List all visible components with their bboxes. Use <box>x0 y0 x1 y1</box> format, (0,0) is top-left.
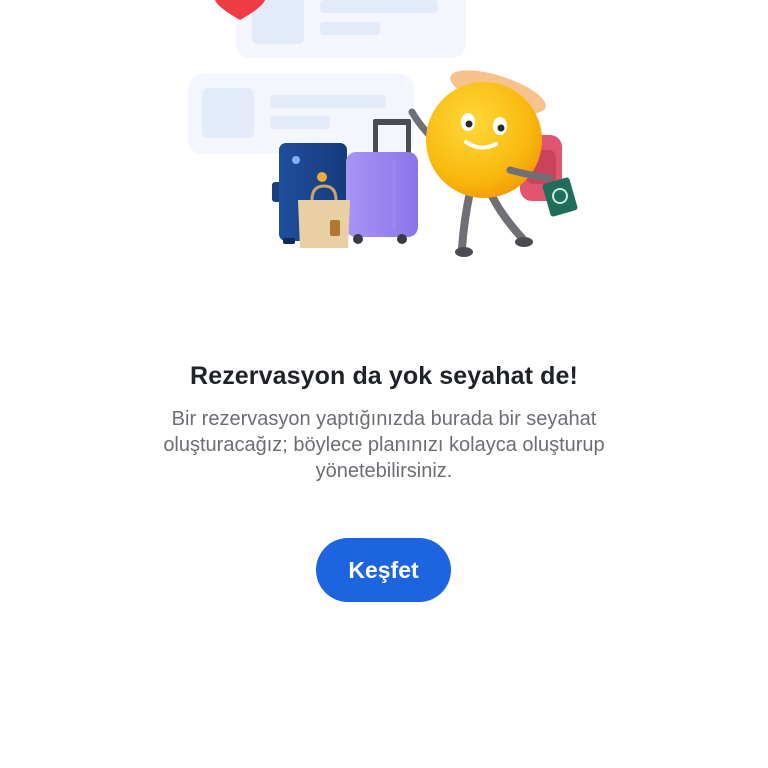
smiling-face-character <box>426 82 542 198</box>
explore-button[interactable]: Keşfet <box>316 538 451 602</box>
travel-illustration <box>188 0 578 257</box>
trips-empty-screen: Rezervasyon da yok seyahat de! Bir rezer… <box>0 0 768 768</box>
character-legs <box>455 188 533 257</box>
empty-state-title: Rezervasyon da yok seyahat de! <box>190 362 578 390</box>
empty-state-description: Bir rezervasyon yaptığınızda burada bir … <box>163 408 605 482</box>
booking-card-placeholder <box>236 0 466 58</box>
booking-card-placeholder <box>188 74 414 154</box>
